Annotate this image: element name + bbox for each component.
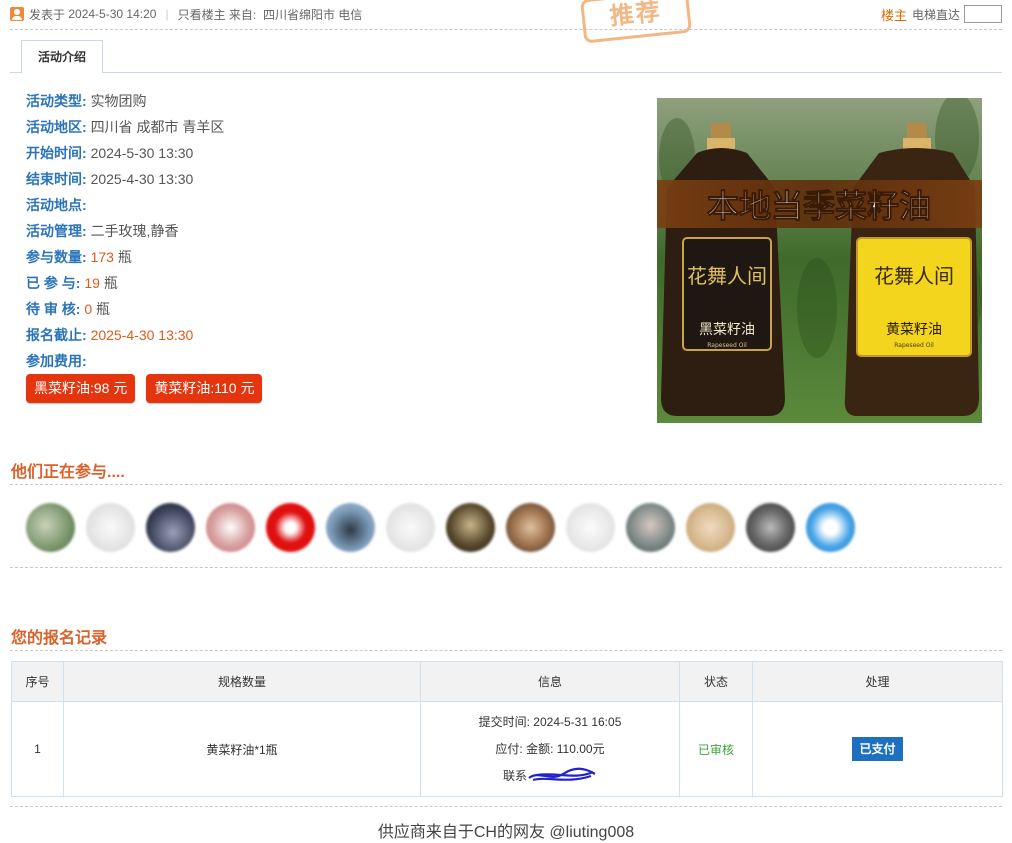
avatar[interactable] bbox=[806, 503, 855, 552]
row-index: 1 bbox=[11, 701, 64, 797]
fee-yellow-rapeseed-oil[interactable]: 黄菜籽油:110 元 bbox=[146, 374, 263, 403]
participants-heading: 他们正在参与.... bbox=[11, 464, 125, 481]
row-action: 已支付 bbox=[752, 701, 1003, 797]
table-header-row: 序号 规格数量 信息 状态 处理 bbox=[11, 661, 1003, 702]
user-icon bbox=[10, 7, 24, 21]
avatar[interactable] bbox=[626, 503, 675, 552]
column-header: 信息 bbox=[420, 661, 680, 702]
activity-info: 活动类型: 实物团购 活动地区: 四川省 成都市 青羊区 开始时间: 2024-… bbox=[26, 88, 224, 374]
amount-due: 应付: 金额: 110.00元 bbox=[495, 741, 605, 756]
signup-deadline: 报名截止: 2025-4-30 13:30 bbox=[26, 327, 194, 343]
row-spec: 黄菜籽油*1瓶 bbox=[63, 701, 421, 797]
divider bbox=[10, 29, 1002, 30]
avatar[interactable] bbox=[146, 503, 195, 552]
posted-label: 发表于 bbox=[29, 7, 66, 22]
column-header: 处理 bbox=[752, 661, 1003, 702]
avatar[interactable] bbox=[206, 503, 255, 552]
divider bbox=[10, 484, 1002, 485]
participant-avatars bbox=[26, 503, 866, 552]
activity-region: 活动地区: 四川省 成都市 青羊区 bbox=[26, 119, 225, 135]
product-brand-right: 花舞人间 bbox=[874, 264, 954, 288]
jump-label: 电梯直达 bbox=[911, 7, 960, 22]
post-meta-bar: 发表于 2024-5-30 14:20 | 只看楼主 来自: 四川省绵阳市 电信… bbox=[10, 4, 1002, 24]
participation-fee: 参加费用: bbox=[26, 353, 87, 369]
svg-text:Rapeseed Oil: Rapeseed Oil bbox=[894, 342, 934, 349]
row-info: 提交时间: 2024-5-31 16:05 应付: 金额: 110.00元 联系 bbox=[420, 701, 680, 797]
recommend-stamp: 推荐 bbox=[579, 0, 693, 44]
avatar[interactable] bbox=[566, 503, 615, 552]
avatar[interactable] bbox=[746, 503, 795, 552]
avatar[interactable] bbox=[386, 503, 435, 552]
participation-quantity: 参与数量: 173 瓶 bbox=[26, 249, 132, 265]
column-header: 序号 bbox=[11, 661, 64, 702]
product-label-yellow: 黄菜籽油 bbox=[886, 321, 942, 338]
records-heading: 您的报名记录 bbox=[11, 630, 108, 647]
only-owner-link[interactable]: 只看楼主 bbox=[178, 6, 226, 23]
footer-note: 供应商来自于CH的网友 @liuting008 bbox=[377, 824, 635, 841]
product-brand-left: 花舞人间 bbox=[687, 264, 767, 288]
floor-controls: 楼主 电梯直达 bbox=[881, 5, 1002, 24]
records-table: 序号 规格数量 信息 状态 处理 1 黄菜籽油*1瓶 提交时间: 2024-5-… bbox=[11, 661, 1003, 797]
avatar[interactable] bbox=[86, 503, 135, 552]
divider bbox=[10, 806, 1002, 807]
submit-time: 提交时间: 2024-5-31 16:05 bbox=[478, 714, 622, 729]
tab-activity-intro[interactable]: 活动介绍 bbox=[21, 40, 103, 73]
avatar[interactable] bbox=[446, 503, 495, 552]
column-header: 状态 bbox=[679, 661, 753, 702]
avatar[interactable] bbox=[506, 503, 555, 552]
divider bbox=[10, 650, 1002, 651]
product-image: 花舞人间 黑菜籽油 Rapeseed Oil 花舞人间 黄菜籽油 Rapesee… bbox=[657, 98, 982, 423]
avatar[interactable] bbox=[326, 503, 375, 552]
row-status: 已审核 bbox=[679, 701, 753, 797]
end-time: 结束时间: 2025-4-30 13:30 bbox=[26, 171, 194, 187]
joined-count: 已 参 与: 19 瓶 bbox=[26, 275, 118, 291]
avatar[interactable] bbox=[686, 503, 735, 552]
contact: 联系 bbox=[421, 763, 679, 790]
start-time: 开始时间: 2024-5-30 13:30 bbox=[26, 145, 194, 161]
floor-jump-input[interactable] bbox=[964, 5, 1002, 23]
divider bbox=[10, 567, 1002, 568]
activity-place: 活动地点: bbox=[26, 197, 87, 213]
activity-type: 活动类型: 实物团购 bbox=[26, 93, 147, 109]
activity-manager: 活动管理: 二手玫瑰,静香 bbox=[26, 223, 179, 239]
from-label: 来自: bbox=[228, 7, 257, 22]
divider: | bbox=[165, 7, 169, 21]
product-label-black: 黑菜籽油 bbox=[699, 322, 755, 338]
svg-text:Rapeseed Oil: Rapeseed Oil bbox=[707, 342, 747, 349]
avatar[interactable] bbox=[266, 503, 315, 552]
fee-black-rapeseed-oil[interactable]: 黑菜籽油:98 元 bbox=[26, 374, 136, 403]
column-header: 规格数量 bbox=[63, 661, 421, 702]
posted-time: 2024-5-30 14:20 bbox=[68, 7, 157, 21]
fee-options: 黑菜籽油:98 元 黄菜籽油:110 元 bbox=[26, 374, 273, 403]
tab-bar bbox=[10, 72, 1002, 73]
avatar[interactable] bbox=[26, 503, 75, 552]
pending-count: 待 审 核: 0 瓶 bbox=[26, 301, 111, 317]
product-banner: 本地当季菜籽油 bbox=[707, 187, 931, 225]
table-row: 1 黄菜籽油*1瓶 提交时间: 2024-5-31 16:05 应付: 金额: … bbox=[11, 701, 1003, 797]
paid-button[interactable]: 已支付 bbox=[852, 737, 903, 761]
contact-label: 联系 bbox=[502, 768, 527, 783]
location: 四川省绵阳市 电信 bbox=[262, 7, 363, 22]
floor-owner-label: 楼主 bbox=[880, 7, 907, 23]
redacted-scribble bbox=[528, 767, 596, 782]
